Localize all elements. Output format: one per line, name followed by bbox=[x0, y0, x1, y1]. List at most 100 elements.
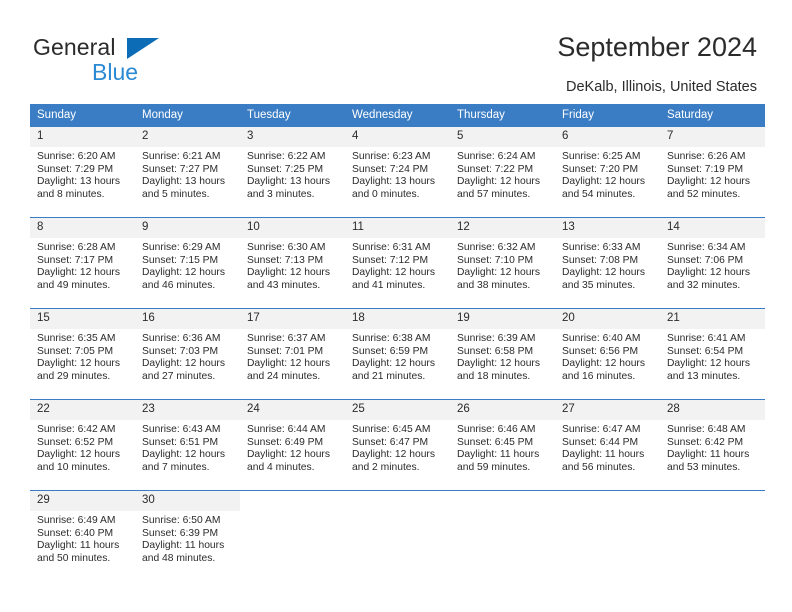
weekday-header-tuesday: Tuesday bbox=[240, 104, 345, 127]
calendar-day-cell[interactable]: 3 Sunrise: 6:22 AM Sunset: 7:25 PM Daylight… bbox=[240, 126, 345, 218]
calendar-week-row: 22 Sunrise: 6:42 AM Sunset: 6:52 PM Dayligh… bbox=[30, 399, 765, 491]
calendar-day-cell[interactable]: 7 Sunrise: 6:26 AM Sunset: 7:19 PM Daylight… bbox=[660, 126, 765, 218]
day-number: 3 bbox=[240, 127, 345, 147]
general-blue-logo[interactable]: General Blue bbox=[33, 36, 253, 92]
daylight-text: Daylight: 11 hours and 56 minutes. bbox=[562, 449, 645, 473]
sunrise-text: Sunrise: 6:29 AM bbox=[142, 242, 221, 253]
day-details: Sunrise: 6:37 AM Sunset: 7:01 PM Daylight:… bbox=[240, 329, 345, 383]
day-details: Sunrise: 6:40 AM Sunset: 6:56 PM Daylight:… bbox=[555, 329, 660, 383]
sunset-text: Sunset: 7:19 PM bbox=[667, 163, 744, 175]
daylight-text: Daylight: 11 hours and 48 minutes. bbox=[142, 540, 225, 564]
sunset-text: Sunset: 6:47 PM bbox=[352, 436, 429, 448]
day-cell-inner: 28 Sunrise: 6:48 AM Sunset: 6:42 PM Dayligh… bbox=[660, 400, 765, 490]
sunrise-text: Sunrise: 6:45 AM bbox=[352, 424, 431, 435]
calendar-day-cell[interactable]: 5 Sunrise: 6:24 AM Sunset: 7:22 PM Daylight… bbox=[450, 126, 555, 218]
sunset-text: Sunset: 6:44 PM bbox=[562, 436, 639, 448]
day-cell-inner: 6 Sunrise: 6:25 AM Sunset: 7:20 PM Daylight… bbox=[555, 127, 660, 217]
calendar-day-cell[interactable]: 16 Sunrise: 6:36 AM Sunset: 7:03 PM Dayligh… bbox=[135, 308, 240, 400]
sunset-text: Sunset: 7:17 PM bbox=[37, 254, 114, 266]
calendar-day-cell[interactable]: 27 Sunrise: 6:47 AM Sunset: 6:44 PM Dayligh… bbox=[555, 399, 660, 491]
calendar-day-cell[interactable]: 19 Sunrise: 6:39 AM Sunset: 6:58 PM Dayligh… bbox=[450, 308, 555, 400]
sunset-text: Sunset: 7:29 PM bbox=[37, 163, 114, 175]
calendar-day-cell[interactable]: 15 Sunrise: 6:35 AM Sunset: 7:05 PM Dayligh… bbox=[30, 308, 135, 400]
daylight-text: Daylight: 12 hours and 24 minutes. bbox=[247, 358, 330, 382]
calendar-day-cell[interactable]: 20 Sunrise: 6:40 AM Sunset: 6:56 PM Dayligh… bbox=[555, 308, 660, 400]
day-details: Sunrise: 6:20 AM Sunset: 7:29 PM Daylight:… bbox=[30, 147, 135, 201]
daylight-text: Daylight: 12 hours and 10 minutes. bbox=[37, 449, 120, 473]
day-details: Sunrise: 6:44 AM Sunset: 6:49 PM Daylight:… bbox=[240, 420, 345, 474]
daylight-text: Daylight: 12 hours and 16 minutes. bbox=[562, 358, 645, 382]
daylight-text: Daylight: 12 hours and 7 minutes. bbox=[142, 449, 225, 473]
sunset-text: Sunset: 6:45 PM bbox=[457, 436, 534, 448]
day-number: 30 bbox=[135, 491, 240, 511]
sunrise-text: Sunrise: 6:47 AM bbox=[562, 424, 641, 435]
weekday-header-monday: Monday bbox=[135, 104, 240, 127]
sunrise-text: Sunrise: 6:20 AM bbox=[37, 151, 116, 162]
calendar-day-cell[interactable]: 25 Sunrise: 6:45 AM Sunset: 6:47 PM Dayligh… bbox=[345, 399, 450, 491]
day-cell-inner: 19 Sunrise: 6:39 AM Sunset: 6:58 PM Dayligh… bbox=[450, 309, 555, 399]
day-details: Sunrise: 6:23 AM Sunset: 7:24 PM Daylight:… bbox=[345, 147, 450, 201]
day-cell-inner bbox=[345, 491, 450, 581]
day-cell-inner: 4 Sunrise: 6:23 AM Sunset: 7:24 PM Daylight… bbox=[345, 127, 450, 217]
day-cell-inner bbox=[450, 491, 555, 581]
day-cell-inner: 12 Sunrise: 6:32 AM Sunset: 7:10 PM Dayligh… bbox=[450, 218, 555, 308]
calendar-day-cell[interactable]: 18 Sunrise: 6:38 AM Sunset: 6:59 PM Dayligh… bbox=[345, 308, 450, 400]
day-number: 27 bbox=[555, 400, 660, 420]
calendar-day-cell[interactable]: 6 Sunrise: 6:25 AM Sunset: 7:20 PM Daylight… bbox=[555, 126, 660, 218]
day-number: 23 bbox=[135, 400, 240, 420]
calendar-day-cell[interactable]: 30 Sunrise: 6:50 AM Sunset: 6:39 PM Dayligh… bbox=[135, 490, 240, 581]
calendar-day-cell[interactable]: 28 Sunrise: 6:48 AM Sunset: 6:42 PM Dayligh… bbox=[660, 399, 765, 491]
day-cell-inner: 5 Sunrise: 6:24 AM Sunset: 7:22 PM Daylight… bbox=[450, 127, 555, 217]
sunset-text: Sunset: 6:49 PM bbox=[247, 436, 324, 448]
day-cell-inner: 24 Sunrise: 6:44 AM Sunset: 6:49 PM Dayligh… bbox=[240, 400, 345, 490]
day-number bbox=[240, 491, 345, 511]
weekday-header-saturday: Saturday bbox=[660, 104, 765, 127]
daylight-text: Daylight: 12 hours and 46 minutes. bbox=[142, 267, 225, 291]
day-details: Sunrise: 6:21 AM Sunset: 7:27 PM Daylight:… bbox=[135, 147, 240, 201]
calendar-day-cell[interactable]: 8 Sunrise: 6:28 AM Sunset: 7:17 PM Daylight… bbox=[30, 217, 135, 309]
sunset-text: Sunset: 6:51 PM bbox=[142, 436, 219, 448]
calendar-day-cell[interactable]: 24 Sunrise: 6:44 AM Sunset: 6:49 PM Dayligh… bbox=[240, 399, 345, 491]
calendar-day-cell[interactable]: 10 Sunrise: 6:30 AM Sunset: 7:13 PM Dayligh… bbox=[240, 217, 345, 309]
day-details: Sunrise: 6:42 AM Sunset: 6:52 PM Daylight:… bbox=[30, 420, 135, 474]
day-cell-inner: 22 Sunrise: 6:42 AM Sunset: 6:52 PM Dayligh… bbox=[30, 400, 135, 490]
calendar-day-cell[interactable]: 21 Sunrise: 6:41 AM Sunset: 6:54 PM Dayligh… bbox=[660, 308, 765, 400]
day-number: 22 bbox=[30, 400, 135, 420]
calendar-day-cell[interactable]: 1 Sunrise: 6:20 AM Sunset: 7:29 PM Daylight… bbox=[30, 126, 135, 218]
calendar-day-cell[interactable]: 26 Sunrise: 6:46 AM Sunset: 6:45 PM Dayligh… bbox=[450, 399, 555, 491]
sunrise-text: Sunrise: 6:37 AM bbox=[247, 333, 326, 344]
day-details: Sunrise: 6:46 AM Sunset: 6:45 PM Daylight:… bbox=[450, 420, 555, 474]
calendar-day-cell[interactable]: 11 Sunrise: 6:31 AM Sunset: 7:12 PM Dayligh… bbox=[345, 217, 450, 309]
calendar-day-cell[interactable]: 17 Sunrise: 6:37 AM Sunset: 7:01 PM Dayligh… bbox=[240, 308, 345, 400]
sunrise-text: Sunrise: 6:26 AM bbox=[667, 151, 746, 162]
daylight-text: Daylight: 12 hours and 32 minutes. bbox=[667, 267, 750, 291]
sunset-text: Sunset: 6:52 PM bbox=[37, 436, 114, 448]
calendar-day-cell[interactable]: 23 Sunrise: 6:43 AM Sunset: 6:51 PM Dayligh… bbox=[135, 399, 240, 491]
calendar-day-cell[interactable]: 22 Sunrise: 6:42 AM Sunset: 6:52 PM Dayligh… bbox=[30, 399, 135, 491]
weekday-header-sunday: Sunday bbox=[30, 104, 135, 127]
calendar-day-cell[interactable]: 29 Sunrise: 6:49 AM Sunset: 6:40 PM Dayligh… bbox=[30, 490, 135, 581]
calendar-day-cell-empty bbox=[660, 490, 765, 581]
calendar-day-cell[interactable]: 2 Sunrise: 6:21 AM Sunset: 7:27 PM Daylight… bbox=[135, 126, 240, 218]
calendar-day-cell-empty bbox=[450, 490, 555, 581]
daylight-text: Daylight: 12 hours and 35 minutes. bbox=[562, 267, 645, 291]
daylight-text: Daylight: 12 hours and 49 minutes. bbox=[37, 267, 120, 291]
logo-text-general: General bbox=[33, 34, 116, 60]
calendar-header-row: Sunday Monday Tuesday Wednesday Thursday… bbox=[30, 104, 765, 127]
calendar-day-cell[interactable]: 14 Sunrise: 6:34 AM Sunset: 7:06 PM Dayligh… bbox=[660, 217, 765, 309]
day-details: Sunrise: 6:48 AM Sunset: 6:42 PM Daylight:… bbox=[660, 420, 765, 474]
weekday-header-thursday: Thursday bbox=[450, 104, 555, 127]
sunrise-text: Sunrise: 6:43 AM bbox=[142, 424, 221, 435]
calendar-day-cell[interactable]: 13 Sunrise: 6:33 AM Sunset: 7:08 PM Dayligh… bbox=[555, 217, 660, 309]
day-cell-inner: 15 Sunrise: 6:35 AM Sunset: 7:05 PM Dayligh… bbox=[30, 309, 135, 399]
calendar-day-cell[interactable]: 12 Sunrise: 6:32 AM Sunset: 7:10 PM Dayligh… bbox=[450, 217, 555, 309]
day-details: Sunrise: 6:34 AM Sunset: 7:06 PM Daylight:… bbox=[660, 238, 765, 292]
day-number: 19 bbox=[450, 309, 555, 329]
day-details: Sunrise: 6:33 AM Sunset: 7:08 PM Daylight:… bbox=[555, 238, 660, 292]
calendar-day-cell[interactable]: 9 Sunrise: 6:29 AM Sunset: 7:15 PM Daylight… bbox=[135, 217, 240, 309]
calendar-week-row: 1 Sunrise: 6:20 AM Sunset: 7:29 PM Daylight… bbox=[30, 126, 765, 218]
daylight-text: Daylight: 12 hours and 4 minutes. bbox=[247, 449, 330, 473]
calendar-day-cell[interactable]: 4 Sunrise: 6:23 AM Sunset: 7:24 PM Daylight… bbox=[345, 126, 450, 218]
day-cell-inner: 9 Sunrise: 6:29 AM Sunset: 7:15 PM Daylight… bbox=[135, 218, 240, 308]
daylight-text: Daylight: 12 hours and 52 minutes. bbox=[667, 176, 750, 200]
